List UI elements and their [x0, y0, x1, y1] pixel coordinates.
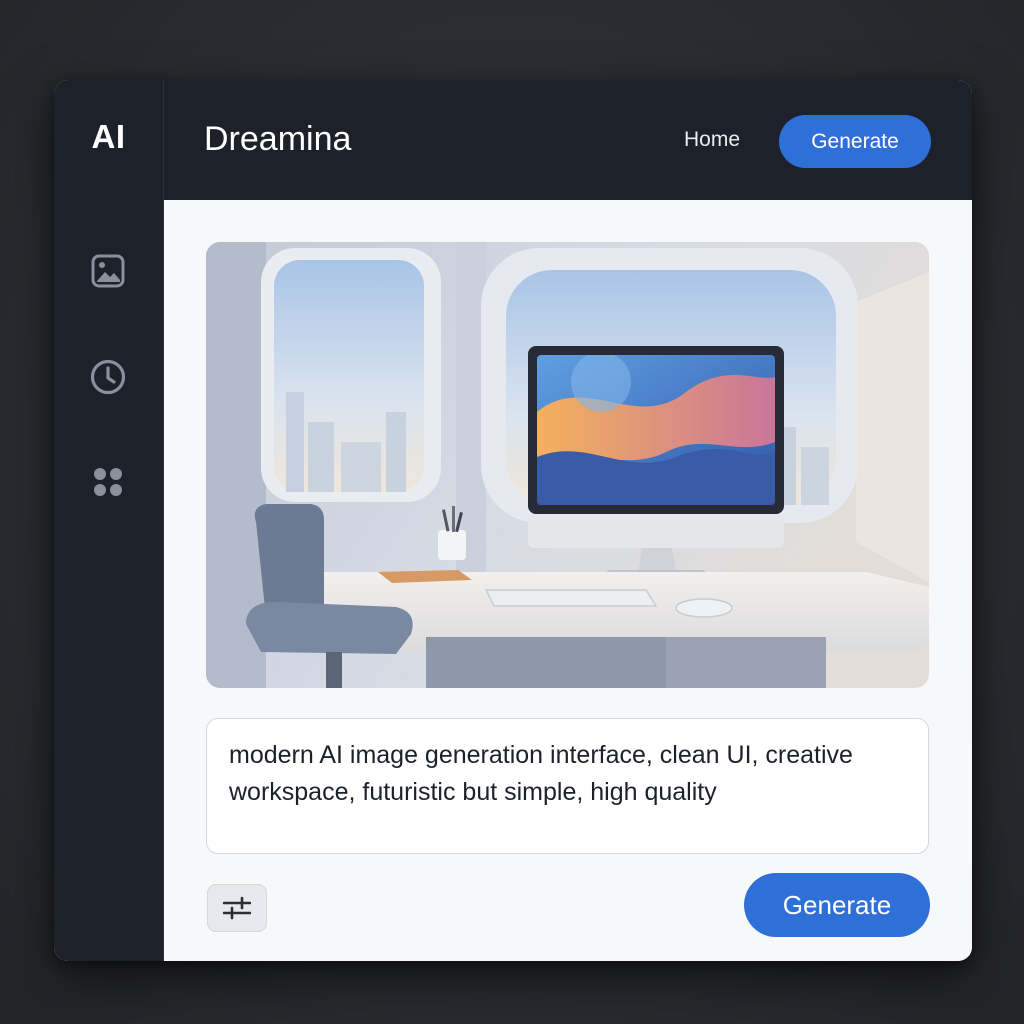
generated-image-illustration	[206, 242, 929, 688]
header-generate-button[interactable]: Generate	[779, 115, 931, 168]
app-title: Dreamina	[204, 120, 352, 158]
sidebar-item-images[interactable]	[89, 252, 127, 290]
prompt-input[interactable]: modern AI image generation interface, cl…	[206, 718, 929, 854]
clock-icon	[90, 359, 126, 395]
brand-logo: AI	[91, 118, 126, 155]
sliders-icon	[223, 896, 251, 920]
generated-image-preview	[206, 242, 929, 688]
app-window: AI Dreamina Home Generate modern AI imag…	[54, 80, 972, 961]
top-header: Dreamina Home Generate	[164, 80, 972, 200]
image-icon	[91, 254, 125, 288]
sidebar-item-apps[interactable]	[89, 463, 127, 501]
settings-button[interactable]	[207, 884, 267, 932]
main-content: modern AI image generation interface, cl…	[164, 200, 972, 961]
nav-home-link[interactable]: Home	[684, 128, 740, 152]
generate-button[interactable]: Generate	[744, 873, 930, 937]
apps-grid-icon	[94, 468, 122, 496]
sidebar: AI	[54, 80, 164, 961]
sidebar-item-history[interactable]	[89, 358, 127, 396]
